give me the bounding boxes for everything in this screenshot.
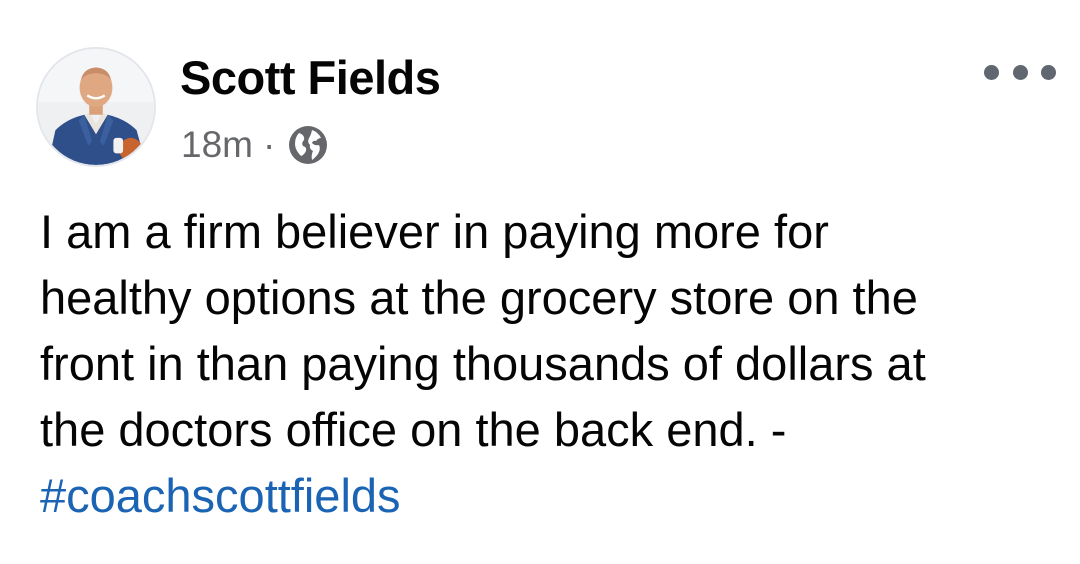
more-dot <box>984 64 999 80</box>
post-meta: 18m · <box>181 122 331 168</box>
facebook-post: Scott Fields 18m · I am a firm believer … <box>0 0 1080 564</box>
post-text-line: healthy options at the grocery store on … <box>40 271 918 324</box>
post-text-line: front in than paying thousands of dollar… <box>40 337 926 390</box>
globe-icon[interactable] <box>285 122 331 168</box>
author-name[interactable]: Scott Fields <box>180 50 441 105</box>
meta-separator: · <box>262 124 276 165</box>
post-body: I am a firm believer in paying more for … <box>40 199 1060 529</box>
hashtag-link[interactable]: #coachscottfields <box>40 469 401 522</box>
post-timestamp[interactable]: 18m <box>181 124 253 166</box>
profile-photo <box>38 49 154 165</box>
post-text-line: I am a firm believer in paying more for <box>40 205 829 258</box>
more-dot <box>1012 64 1028 80</box>
author-avatar[interactable] <box>36 47 156 167</box>
more-dot <box>1041 64 1056 80</box>
post-text-line: the doctors office on the back end. - <box>40 403 787 456</box>
more-options-icon[interactable] <box>984 52 1056 92</box>
